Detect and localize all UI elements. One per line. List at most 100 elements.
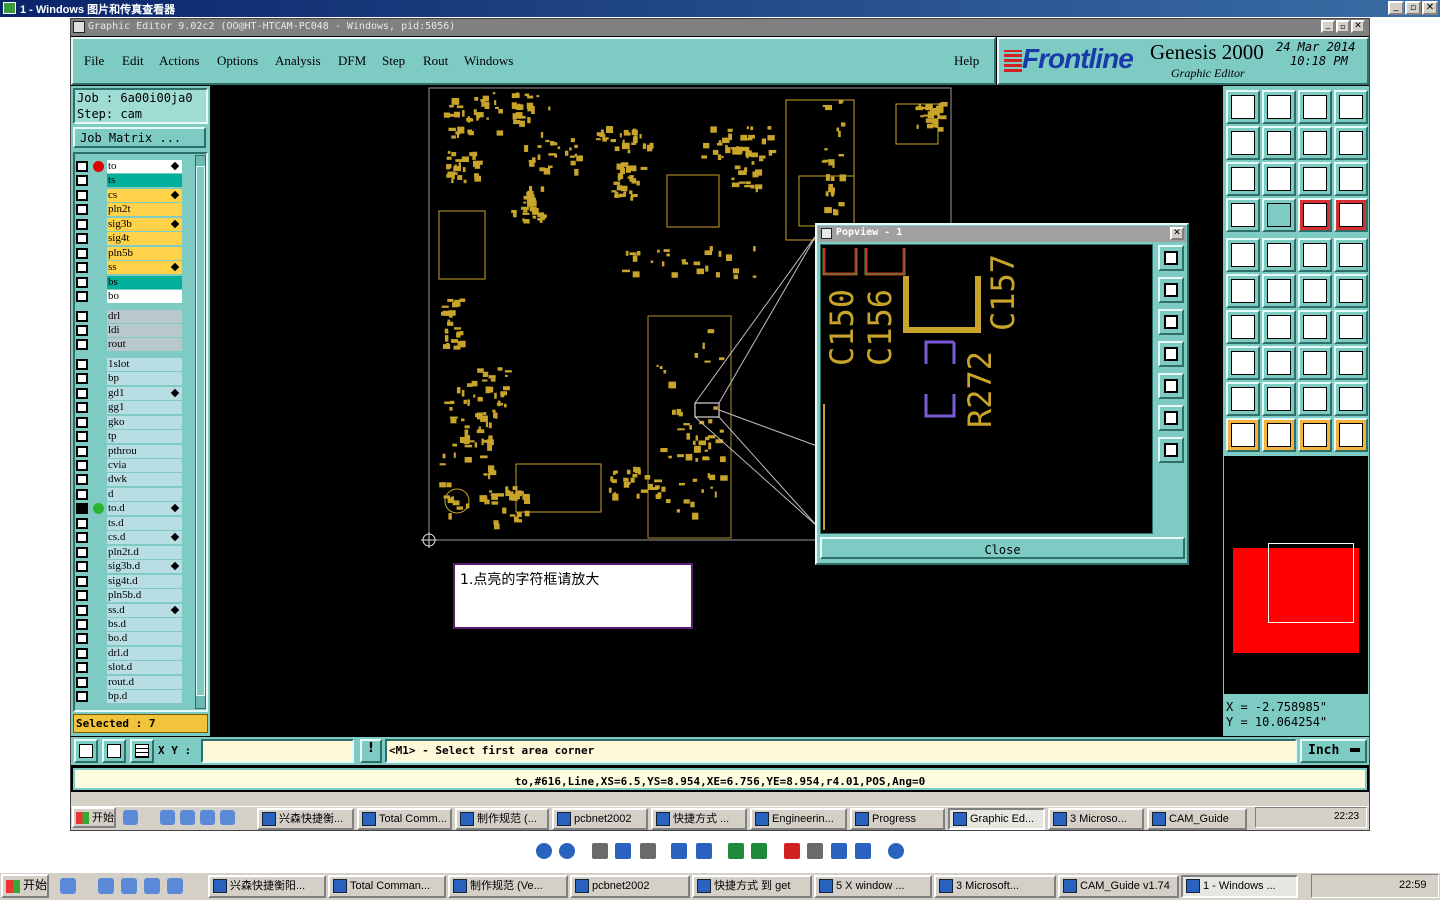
layer-row[interactable]: bs [76,275,182,289]
feature-b-button[interactable] [1262,382,1296,416]
select-multi-button[interactable] [1334,418,1368,452]
layer-row[interactable]: sig4t.d [76,574,182,588]
move-node-button[interactable] [1334,274,1368,308]
line-single-button[interactable] [1262,346,1296,380]
layer-checkbox[interactable] [76,358,88,370]
menu-analysis[interactable]: Analysis [275,53,321,69]
layer-row[interactable]: bp [76,372,182,386]
drill-display-a-button[interactable] [1298,198,1332,232]
rotate-clockwise-icon[interactable] [728,843,744,859]
edit-icon[interactable] [855,843,871,859]
layer-row[interactable]: rout.d [76,675,182,689]
layer-row[interactable]: d [76,487,182,501]
inner-taskbar-item[interactable]: 快捷方式 ... [651,808,747,830]
refresh-icon[interactable] [200,810,215,825]
menu-actions[interactable]: Actions [159,53,199,69]
popview-pan-left-button[interactable] [1158,341,1184,367]
layer-row[interactable]: bo [76,290,182,304]
inner-taskbar-item[interactable]: CAM_Guide [1147,808,1247,830]
outer-taskbar-item[interactable]: 兴森快捷衡阳... [208,875,326,898]
layer-checkbox[interactable] [76,339,88,351]
inner-taskbar-item[interactable]: Graphic Ed... [948,808,1045,830]
clock-app-icon[interactable] [121,878,137,894]
move-left-button[interactable] [1226,126,1260,160]
grid-tool-button[interactable] [130,739,154,763]
zoom-in-icon[interactable] [671,843,687,859]
overview-map[interactable] [1224,456,1368,694]
layer-row[interactable]: pln2t [76,203,182,217]
layer-row[interactable]: drl [76,309,182,323]
layer-checkbox[interactable] [76,204,88,216]
overview-view-rect[interactable] [1268,543,1354,623]
layer-row[interactable]: sig3b.d [76,560,182,574]
layer-row[interactable]: tp [76,430,182,444]
ie-icon[interactable] [98,878,114,894]
layer-row[interactable]: sig3b [76,217,182,231]
xy-input[interactable] [201,739,354,763]
layer-row[interactable]: rout [76,338,182,352]
slideshow-icon[interactable] [640,843,656,859]
ie-icon[interactable] [160,810,175,825]
query-help-button[interactable] [1334,162,1368,196]
layer-row[interactable]: ss.d [76,603,182,617]
fit-screen-button[interactable] [1226,162,1260,196]
layer-checkbox[interactable] [76,604,88,616]
text-ff-button[interactable] [1334,310,1368,344]
inner-taskbar-item[interactable]: Progress [850,808,945,830]
layer-checkbox[interactable] [76,262,88,274]
zoom-out-icon[interactable] [696,843,712,859]
edit-node-button[interactable] [1298,274,1332,308]
layer-row[interactable]: gko [76,415,182,429]
clock-app-icon[interactable] [180,810,195,825]
layer-checkbox[interactable] [76,546,88,558]
add-circle-button[interactable] [1334,238,1368,272]
layer-row[interactable]: pln5b [76,246,182,260]
layer-row[interactable]: ldi [76,323,182,337]
popview-fit-button[interactable] [1158,245,1184,271]
layer-row[interactable]: gd1 [76,386,182,400]
layer-checkbox[interactable] [76,575,88,587]
layer-checkbox[interactable] [76,691,88,703]
layer-checkbox[interactable] [76,618,88,630]
menu-windows[interactable]: Windows [464,53,513,69]
plot-button[interactable] [1226,198,1260,232]
arc-draw-button[interactable] [1298,310,1332,344]
outer-taskbar-item[interactable]: 制作规范 (Ve... [448,875,568,898]
outer-taskbar-item[interactable]: pcbnet2002 [570,875,690,898]
line-draw-button[interactable] [1262,310,1296,344]
cross-select-button[interactable] [1262,274,1296,308]
quick-launch-icon[interactable] [123,810,138,825]
select-arrow-button[interactable] [1226,418,1260,452]
job-matrix-button[interactable]: Job Matrix ... [73,127,206,148]
copy-layer-button[interactable] [1226,90,1260,124]
close-x-icon[interactable] [167,878,183,894]
outer-taskbar-item[interactable]: 5 X window ... [814,875,932,898]
layer-row[interactable]: gg1 [76,401,182,415]
inner-taskbar-item[interactable]: Total Comm... [357,808,452,830]
layer-row[interactable]: drl.d [76,646,182,660]
layer-checkbox[interactable] [76,189,88,201]
menu-step[interactable]: Step [382,53,405,69]
outer-taskbar-item[interactable]: 1 - Windows ... [1181,875,1298,898]
layer-checkbox[interactable] [76,247,88,259]
close-x-icon[interactable] [220,810,235,825]
popview-zoom-out-button[interactable] [1158,437,1184,463]
add-line-red-button[interactable] [1262,238,1296,272]
select-box-button[interactable] [1262,418,1296,452]
save-icon[interactable] [831,843,847,859]
layer-row[interactable]: to [76,160,182,173]
import-button[interactable] [1262,90,1296,124]
menu-edit[interactable]: Edit [122,53,144,69]
inner-taskbar-item[interactable]: 3 Microso... [1048,808,1144,830]
layer-row[interactable]: sig4t [76,232,182,246]
actual-size-icon[interactable] [615,843,631,859]
popview-close-button[interactable]: Close [820,537,1185,559]
layer-row[interactable]: bp.d [76,690,182,704]
layer-row[interactable]: cvia [76,459,182,472]
ruler-button[interactable] [1298,238,1332,272]
app-maximize-button[interactable]: ▫ [1336,20,1350,33]
layer-checkbox[interactable] [76,218,88,230]
layer-checkbox[interactable] [76,402,88,414]
split-view-button[interactable] [1334,90,1368,124]
inner-start-button[interactable]: 开始 [72,807,116,828]
